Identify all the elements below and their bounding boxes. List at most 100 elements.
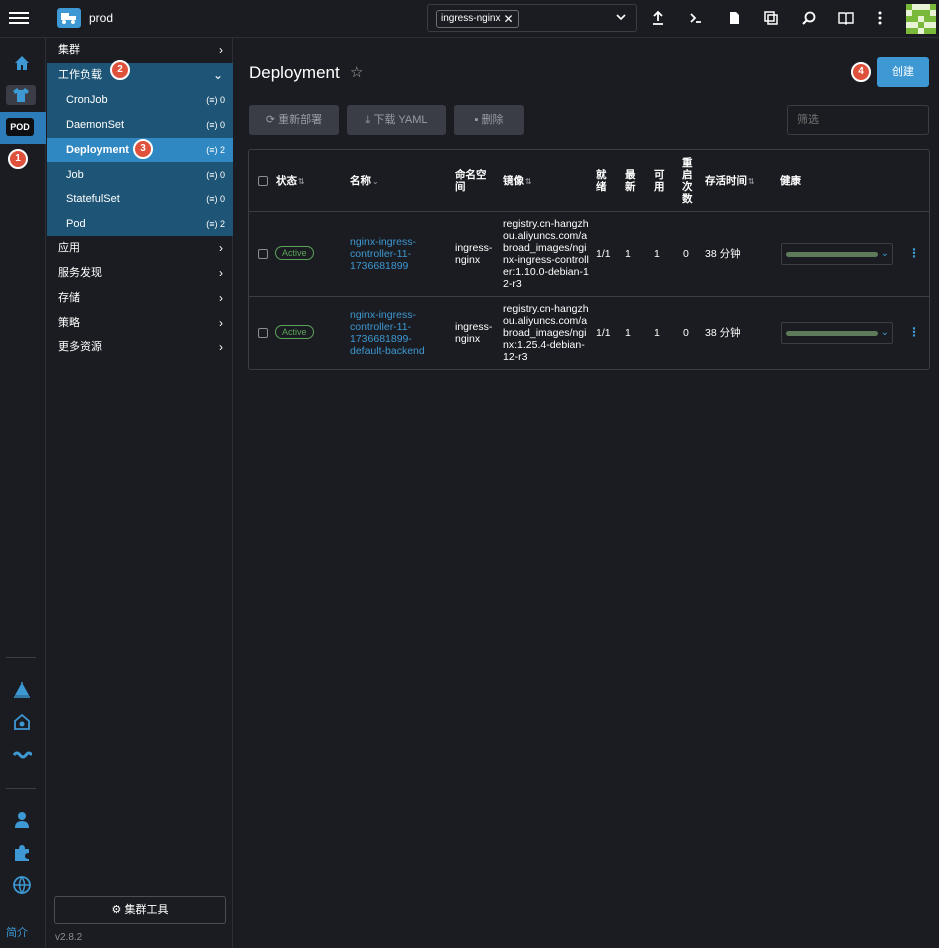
column-header-name[interactable]: 名称⌄ [350, 175, 379, 188]
nav-group-apps[interactable]: 应用 › [47, 236, 233, 260]
nav-group-storage[interactable]: 存储 › [47, 286, 233, 310]
top-bar: prod ingress-nginx ✕ [0, 0, 939, 38]
terminal-icon[interactable] [688, 10, 704, 26]
redeploy-button[interactable]: ⟳ 重新部署 [249, 105, 339, 135]
globe-icon[interactable] [12, 875, 32, 895]
chevron-right-icon: › [219, 316, 223, 330]
nav-item-cronjob[interactable]: CronJob (≡) 0 [47, 88, 233, 112]
chevron-down-icon: ⌄ [212, 68, 223, 82]
user-icon[interactable] [12, 810, 32, 830]
nav-group-label: 策略 [58, 317, 80, 329]
nav-group-more-resources[interactable]: 更多资源 › [47, 335, 233, 359]
rail-divider [6, 657, 36, 658]
column-header-ready[interactable]: 就绪 [596, 169, 608, 193]
column-header-available[interactable]: 可用 [654, 169, 666, 193]
restarts-cell: 0 [683, 327, 689, 339]
select-all-checkbox[interactable] [258, 176, 268, 186]
nav-item-pod[interactable]: Pod (≡) 2 [47, 212, 233, 236]
nav-item-count: (≡) 2 [206, 145, 225, 155]
status-badge: Active [275, 246, 314, 260]
row-actions-icon[interactable]: ⋮ [908, 325, 920, 339]
column-header-uptodate[interactable]: 最新 [625, 169, 637, 193]
nav-group-service-discovery[interactable]: 服务发现 › [47, 261, 233, 285]
chevron-right-icon: › [219, 241, 223, 255]
step-marker: 2 [110, 60, 130, 80]
version-label: v2.8.2 [55, 932, 83, 943]
close-icon[interactable]: ✕ [503, 11, 513, 27]
column-header-state[interactable]: 状态⇅ [276, 175, 305, 188]
redeploy-label: 重新部署 [278, 114, 323, 126]
namespace-cell: ingress-nginx [455, 321, 493, 345]
image-cell: registry.cn-hangzhou.aliyuncs.com/abroad… [503, 303, 589, 363]
main-content: Deployment ☆ 创建 ⟳ 重新部署 ⤓ 下载 YAML ▪ 删除 状态… [234, 38, 939, 948]
row-divider [249, 296, 929, 297]
deployment-name-link[interactable]: nginx-ingress-controller-11-1736681899 [350, 236, 430, 272]
more-vertical-icon[interactable] [872, 10, 888, 26]
cluster-tools-label: 集群工具 [124, 904, 169, 916]
shirt-icon[interactable] [11, 85, 31, 105]
health-select[interactable]: ⌄ [781, 322, 893, 344]
available-cell: 1 [654, 327, 660, 339]
row-checkbox[interactable] [258, 249, 268, 259]
delete-button[interactable]: ▪ 删除 [454, 105, 524, 135]
column-header-restarts[interactable]: 重启次数 [682, 157, 694, 205]
search-icon[interactable] [801, 10, 817, 26]
nav-item-job[interactable]: Job (≡) 0 [47, 163, 233, 187]
nav-item-daemonset[interactable]: DaemonSet (≡) 0 [47, 113, 233, 137]
download-yaml-button[interactable]: ⤓ 下载 YAML [347, 105, 446, 135]
chevron-down-icon: ⌄ [880, 327, 889, 338]
nav-group-cluster[interactable]: 集群 › [47, 38, 233, 62]
cluster-tools-button[interactable]: ⚙ 集群工具 [54, 896, 226, 924]
book-icon[interactable] [838, 10, 854, 26]
storage-icon[interactable] [12, 712, 32, 732]
column-header-age[interactable]: 存活时间⇅ [705, 175, 755, 188]
cluster-name[interactable]: prod [89, 11, 113, 25]
about-link[interactable]: 简介 [6, 924, 28, 940]
deployment-table: 状态⇅ 名称⌄ 命名空间 镜像⇅ 就绪 最新 可用 重启次数 存活时间⇅ 健康 … [248, 149, 930, 370]
copy-icon[interactable] [763, 10, 779, 26]
rail-divider [6, 788, 36, 789]
nav-item-label: StatefulSet [66, 193, 120, 205]
chevron-right-icon: › [219, 43, 223, 57]
trash-icon: ▪ [474, 114, 479, 126]
health-select[interactable]: ⌄ [781, 243, 893, 265]
pod-badge[interactable]: POD [6, 118, 34, 136]
column-header-image[interactable]: 镜像⇅ [503, 175, 532, 188]
restarts-cell: 0 [683, 248, 689, 260]
star-icon[interactable]: ☆ [350, 63, 363, 81]
upload-icon[interactable] [650, 10, 666, 26]
step-marker: 3 [133, 139, 153, 159]
nav-item-label: Job [66, 169, 84, 181]
nav-group-label: 服务发现 [58, 267, 102, 279]
avatar[interactable] [906, 4, 936, 34]
column-header-namespace[interactable]: 命名空间 [455, 169, 489, 193]
nav-group-policy[interactable]: 策略 › [47, 311, 233, 335]
row-actions-icon[interactable]: ⋮ [908, 246, 920, 260]
nav-item-statefulset[interactable]: StatefulSet (≡) 0 [47, 187, 233, 211]
deployment-name-link[interactable]: nginx-ingress-controller-11-1736681899-d… [350, 309, 432, 357]
file-icon[interactable] [726, 10, 742, 26]
column-header-health: 健康 [780, 175, 801, 187]
download-icon: ⤓ [365, 114, 371, 126]
menu-icon[interactable] [9, 10, 29, 28]
namespace-chip[interactable]: ingress-nginx ✕ [436, 10, 519, 28]
status-badge: Active [275, 325, 314, 339]
nav-group-workload[interactable]: 工作负载 ⌄ [47, 63, 233, 87]
chevron-down-icon[interactable] [616, 12, 626, 22]
chevron-down-icon: ⌄ [880, 248, 889, 259]
health-bar [786, 331, 878, 336]
nav-item-label: CronJob [66, 94, 108, 106]
network-icon[interactable] [12, 745, 32, 765]
nav-item-count: (≡) 0 [206, 170, 225, 180]
helm-icon[interactable] [12, 680, 32, 700]
nav-item-count: (≡) 0 [206, 120, 225, 130]
filter-input[interactable] [787, 105, 929, 135]
home-icon[interactable] [12, 53, 32, 73]
age-cell: 38 分钟 [705, 248, 741, 260]
refresh-icon: ⟳ [265, 114, 276, 126]
row-checkbox[interactable] [258, 328, 268, 338]
create-button[interactable]: 创建 [877, 57, 929, 87]
extension-icon[interactable] [12, 843, 32, 863]
cluster-logo-icon [57, 8, 81, 28]
namespace-filter[interactable]: ingress-nginx ✕ [427, 4, 637, 32]
